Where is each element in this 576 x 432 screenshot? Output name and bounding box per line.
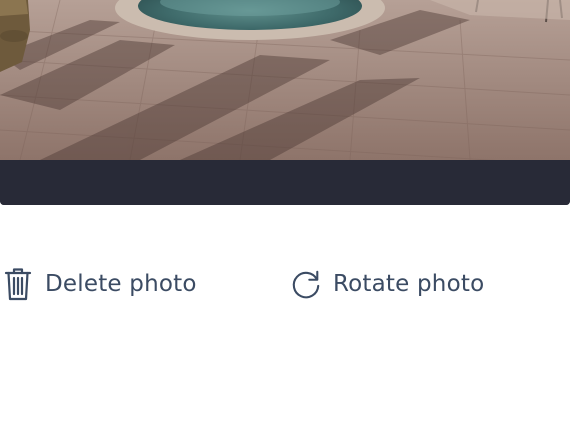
delete-photo-label: Delete photo <box>45 271 197 297</box>
patio-photo-image <box>0 0 570 160</box>
photo-card <box>0 0 570 205</box>
rotate-icon <box>290 264 322 304</box>
rotate-photo-label: Rotate photo <box>333 271 485 297</box>
rotate-photo-button[interactable]: Rotate photo <box>290 262 484 306</box>
photo-preview[interactable] <box>0 0 570 160</box>
delete-photo-button[interactable]: Delete photo <box>2 262 197 306</box>
photo-caption-bar <box>0 160 570 205</box>
trash-icon <box>2 264 34 304</box>
photo-actions: Delete photo Rotate photo <box>0 262 576 306</box>
